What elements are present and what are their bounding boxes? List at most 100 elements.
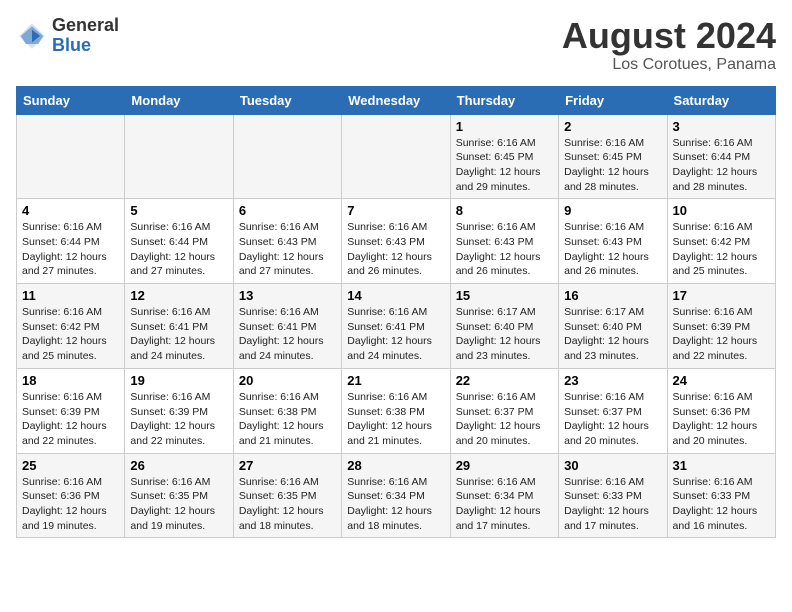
day-number: 14: [347, 288, 444, 303]
calendar-cell: 10 Sunrise: 6:16 AM Sunset: 6:42 PM Dayli…: [667, 199, 775, 284]
day-info: Sunrise: 6:16 AM Sunset: 6:38 PM Dayligh…: [239, 390, 336, 449]
calendar-cell: 21 Sunrise: 6:16 AM Sunset: 6:38 PM Dayli…: [342, 368, 450, 453]
day-info: Sunrise: 6:16 AM Sunset: 6:42 PM Dayligh…: [22, 305, 119, 364]
logo-icon: [16, 20, 48, 52]
calendar-cell: [342, 114, 450, 199]
header-row: SundayMondayTuesdayWednesdayThursdayFrid…: [17, 86, 776, 114]
day-info: Sunrise: 6:17 AM Sunset: 6:40 PM Dayligh…: [456, 305, 553, 364]
calendar-cell: 31 Sunrise: 6:16 AM Sunset: 6:33 PM Dayli…: [667, 453, 775, 538]
day-number: 8: [456, 203, 553, 218]
calendar-cell: 28Sunrise: 6:16 AM Sunset: 6:34 PM Dayli…: [342, 453, 450, 538]
subtitle: Los Corotues, Panama: [562, 56, 776, 74]
day-info: Sunrise: 6:16 AM Sunset: 6:44 PM Dayligh…: [673, 136, 770, 195]
day-info: Sunrise: 6:16 AM Sunset: 6:43 PM Dayligh…: [456, 220, 553, 279]
day-number: 29: [456, 458, 553, 473]
calendar-cell: 30 Sunrise: 6:16 AM Sunset: 6:33 PM Dayli…: [559, 453, 667, 538]
day-info: Sunrise: 6:16 AM Sunset: 6:34 PM Dayligh…: [347, 475, 444, 534]
day-header: Wednesday: [342, 86, 450, 114]
day-info: Sunrise: 6:16 AM Sunset: 6:42 PM Dayligh…: [673, 220, 770, 279]
day-info: Sunrise: 6:16 AM Sunset: 6:41 PM Dayligh…: [347, 305, 444, 364]
title-block: August 2024 Los Corotues, Panama: [562, 16, 776, 74]
day-header: Friday: [559, 86, 667, 114]
week-row: 11 Sunrise: 6:16 AM Sunset: 6:42 PM Dayli…: [17, 284, 776, 369]
day-number: 26: [130, 458, 227, 473]
day-number: 11: [22, 288, 119, 303]
day-number: 2: [564, 119, 661, 134]
day-info: Sunrise: 6:16 AM Sunset: 6:39 PM Dayligh…: [673, 305, 770, 364]
day-info: Sunrise: 6:16 AM Sunset: 6:41 PM Dayligh…: [239, 305, 336, 364]
day-header: Thursday: [450, 86, 558, 114]
calendar-cell: 23 Sunrise: 6:16 AM Sunset: 6:37 PM Dayli…: [559, 368, 667, 453]
calendar-cell: 18 Sunrise: 6:16 AM Sunset: 6:39 PM Dayli…: [17, 368, 125, 453]
calendar-cell: [233, 114, 341, 199]
day-info: Sunrise: 6:16 AM Sunset: 6:41 PM Dayligh…: [130, 305, 227, 364]
calendar-cell: 8 Sunrise: 6:16 AM Sunset: 6:43 PM Daylig…: [450, 199, 558, 284]
logo-blue: Blue: [52, 36, 119, 56]
calendar-cell: 4Sunrise: 6:16 AM Sunset: 6:44 PM Daylig…: [17, 199, 125, 284]
calendar-cell: 20Sunrise: 6:16 AM Sunset: 6:38 PM Dayli…: [233, 368, 341, 453]
day-header: Saturday: [667, 86, 775, 114]
day-info: Sunrise: 6:16 AM Sunset: 6:37 PM Dayligh…: [564, 390, 661, 449]
calendar-cell: 25 Sunrise: 6:16 AM Sunset: 6:36 PM Dayli…: [17, 453, 125, 538]
day-info: Sunrise: 6:16 AM Sunset: 6:35 PM Dayligh…: [239, 475, 336, 534]
calendar-cell: 16Sunrise: 6:17 AM Sunset: 6:40 PM Dayli…: [559, 284, 667, 369]
day-info: Sunrise: 6:16 AM Sunset: 6:39 PM Dayligh…: [130, 390, 227, 449]
day-header: Sunday: [17, 86, 125, 114]
week-row: 4 Sunrise: 6:16 AM Sunset: 6:44 PM Daylig…: [17, 199, 776, 284]
day-info: Sunrise: 6:16 AM Sunset: 6:39 PM Dayligh…: [22, 390, 119, 449]
logo-general: General: [52, 16, 119, 36]
day-info: Sunrise: 6:16 AM Sunset: 6:45 PM Dayligh…: [456, 136, 553, 195]
day-info: Sunrise: 6:16 AM Sunset: 6:44 PM Dayligh…: [130, 220, 227, 279]
day-info: Sunrise: 6:16 AM Sunset: 6:35 PM Dayligh…: [130, 475, 227, 534]
week-row: 18 Sunrise: 6:16 AM Sunset: 6:39 PM Dayli…: [17, 368, 776, 453]
day-number: 18: [22, 373, 119, 388]
calendar-cell: 17Sunrise: 6:16 AM Sunset: 6:39 PM Dayli…: [667, 284, 775, 369]
calendar-cell: 12 Sunrise: 6:16 AM Sunset: 6:41 PM Dayli…: [125, 284, 233, 369]
day-header: Monday: [125, 86, 233, 114]
calendar-cell: 26 Sunrise: 6:16 AM Sunset: 6:35 PM Dayli…: [125, 453, 233, 538]
calendar-cell: 29Sunrise: 6:16 AM Sunset: 6:34 PM Dayli…: [450, 453, 558, 538]
day-info: Sunrise: 6:16 AM Sunset: 6:38 PM Dayligh…: [347, 390, 444, 449]
calendar-cell: 2 Sunrise: 6:16 AM Sunset: 6:45 PM Daylig…: [559, 114, 667, 199]
day-number: 27: [239, 458, 336, 473]
week-row: 1 Sunrise: 6:16 AM Sunset: 6:45 PM Daylig…: [17, 114, 776, 199]
calendar-cell: 6Sunrise: 6:16 AM Sunset: 6:43 PM Daylig…: [233, 199, 341, 284]
calendar-cell: 13 Sunrise: 6:16 AM Sunset: 6:41 PM Dayli…: [233, 284, 341, 369]
calendar-cell: 27 Sunrise: 6:16 AM Sunset: 6:35 PM Dayli…: [233, 453, 341, 538]
day-info: Sunrise: 6:16 AM Sunset: 6:43 PM Dayligh…: [564, 220, 661, 279]
day-info: Sunrise: 6:16 AM Sunset: 6:33 PM Dayligh…: [564, 475, 661, 534]
calendar-cell: 22 Sunrise: 6:16 AM Sunset: 6:37 PM Dayli…: [450, 368, 558, 453]
day-number: 25: [22, 458, 119, 473]
day-info: Sunrise: 6:17 AM Sunset: 6:40 PM Dayligh…: [564, 305, 661, 364]
day-info: Sunrise: 6:16 AM Sunset: 6:36 PM Dayligh…: [673, 390, 770, 449]
day-number: 4: [22, 203, 119, 218]
day-info: Sunrise: 6:16 AM Sunset: 6:45 PM Dayligh…: [564, 136, 661, 195]
day-number: 23: [564, 373, 661, 388]
calendar-cell: 19 Sunrise: 6:16 AM Sunset: 6:39 PM Dayli…: [125, 368, 233, 453]
logo-text: General Blue: [52, 16, 119, 56]
calendar-cell: 5Sunrise: 6:16 AM Sunset: 6:44 PM Daylig…: [125, 199, 233, 284]
day-number: 13: [239, 288, 336, 303]
day-number: 19: [130, 373, 227, 388]
page-header: General Blue August 2024 Los Corotues, P…: [16, 16, 776, 74]
day-info: Sunrise: 6:16 AM Sunset: 6:36 PM Dayligh…: [22, 475, 119, 534]
calendar-cell: 7Sunrise: 6:16 AM Sunset: 6:43 PM Daylig…: [342, 199, 450, 284]
calendar-cell: 9Sunrise: 6:16 AM Sunset: 6:43 PM Daylig…: [559, 199, 667, 284]
day-number: 3: [673, 119, 770, 134]
day-info: Sunrise: 6:16 AM Sunset: 6:33 PM Dayligh…: [673, 475, 770, 534]
day-number: 31: [673, 458, 770, 473]
day-number: 30: [564, 458, 661, 473]
day-number: 21: [347, 373, 444, 388]
day-number: 12: [130, 288, 227, 303]
day-number: 1: [456, 119, 553, 134]
day-number: 6: [239, 203, 336, 218]
day-number: 22: [456, 373, 553, 388]
day-number: 24: [673, 373, 770, 388]
calendar-table: SundayMondayTuesdayWednesdayThursdayFrid…: [16, 86, 776, 539]
calendar-cell: [17, 114, 125, 199]
day-info: Sunrise: 6:16 AM Sunset: 6:37 PM Dayligh…: [456, 390, 553, 449]
day-number: 7: [347, 203, 444, 218]
calendar-cell: [125, 114, 233, 199]
calendar-cell: 3 Sunrise: 6:16 AM Sunset: 6:44 PM Daylig…: [667, 114, 775, 199]
day-number: 10: [673, 203, 770, 218]
